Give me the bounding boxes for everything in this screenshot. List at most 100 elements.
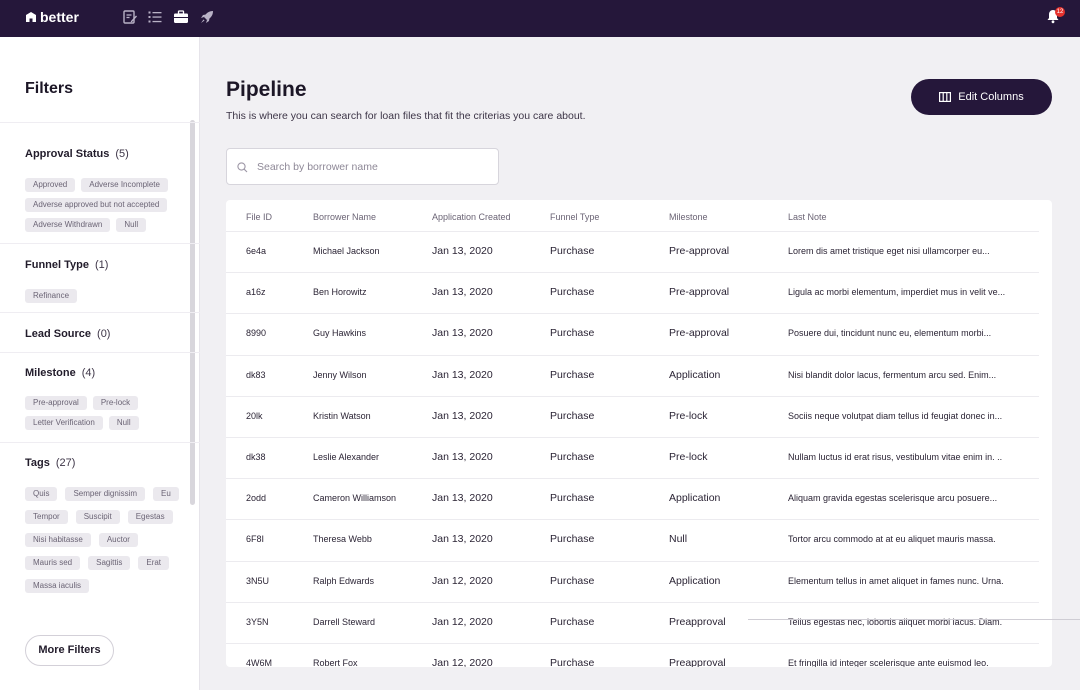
table-row[interactable]: a16z Ben Horowitz Jan 13, 2020 Purchase Pre-… xyxy=(226,272,1039,313)
filter-chip[interactable]: Adverse Withdrawn xyxy=(25,218,111,232)
cell-application-created: Jan 13, 2020 xyxy=(432,327,493,340)
filter-group-name: Lead Source xyxy=(25,328,92,340)
cell-borrower-name: Darrell Steward xyxy=(313,616,376,627)
filter-chip[interactable]: Erat xyxy=(138,556,170,570)
table-row[interactable]: 3Y5N Darrell Steward Jan 12, 2020 Purchase P… xyxy=(226,601,1039,643)
divider xyxy=(0,352,200,353)
divider xyxy=(0,122,200,123)
filter-group-header[interactable]: Funnel Type (1) xyxy=(25,259,185,273)
table-row[interactable]: 2odd Cameron Williamson Jan 13, 2020 Purcha… xyxy=(226,478,1039,519)
more-filters-button[interactable]: More Filters xyxy=(25,635,114,666)
cell-funnel-type: Purchase xyxy=(550,409,595,422)
cell-application-created: Jan 13, 2020 xyxy=(432,245,493,257)
search-icon xyxy=(237,162,248,173)
cell-file-id: 20lk xyxy=(246,410,263,421)
filter-group-header[interactable]: Lead Source (0) xyxy=(25,328,185,342)
filter-chip[interactable]: Semper dignissim xyxy=(65,487,146,501)
filter-group-funnel-type: Funnel Type (1) Refinance xyxy=(25,259,185,303)
notification-count-badge: 12 xyxy=(1055,7,1065,17)
table-row[interactable]: 8990 Guy Hawkins Jan 13, 2020 Purchase Pre-a… xyxy=(226,313,1039,354)
cell-borrower-name: Ben Horowitz xyxy=(313,287,367,298)
filter-chip[interactable]: Egestas xyxy=(127,510,173,524)
cell-funnel-type: Purchase xyxy=(550,492,595,505)
cell-milestone: Pre-approval xyxy=(669,327,730,340)
filter-group-count: (5) xyxy=(115,148,129,160)
briefcase-icon[interactable] xyxy=(173,9,189,25)
cell-funnel-type: Purchase xyxy=(550,451,595,463)
brand-logo[interactable]: better xyxy=(25,9,79,25)
cell-application-created: Jan 13, 2020 xyxy=(432,492,493,505)
cell-milestone: Pre-approval xyxy=(669,245,730,257)
filters-title: Filters xyxy=(25,80,74,97)
cell-file-id: a16z xyxy=(246,287,266,298)
filter-group-count: (1) xyxy=(94,259,109,271)
cell-application-created: Jan 12, 2020 xyxy=(432,615,493,628)
column-header-borrower-name[interactable]: Borrower Name xyxy=(313,212,376,222)
cell-file-id: 6F8I xyxy=(246,534,265,545)
filter-group-header[interactable]: Approval Status (5) xyxy=(25,148,185,162)
filter-chip[interactable]: Pre-approval xyxy=(25,396,87,410)
cell-milestone: Preapproval xyxy=(669,657,726,667)
cell-application-created: Jan 13, 2020 xyxy=(432,286,493,299)
filter-chip[interactable]: Refinance xyxy=(25,289,78,303)
filter-group-header[interactable]: Tags (27) xyxy=(25,457,185,471)
table-row[interactable]: 6e4a Michael Jackson Jan 13, 2020 Purchase P… xyxy=(226,231,1039,272)
cell-last-note: Ligula ac morbi elementum, imperdiet mus… xyxy=(788,287,1006,298)
table-row[interactable]: dk83 Jenny Wilson Jan 13, 2020 Purchase Appl… xyxy=(226,354,1039,396)
filter-chip[interactable]: Tempor xyxy=(25,510,68,524)
filter-group-approval-status: Approval Status (5) Approved Adverse Inc… xyxy=(25,148,185,232)
search-input[interactable] xyxy=(257,149,492,184)
cell-application-created: Jan 12, 2020 xyxy=(432,657,493,667)
filter-chip[interactable]: Adverse approved but not accepted xyxy=(25,198,168,212)
filter-chip[interactable]: Mauris sed xyxy=(25,556,81,570)
columns-icon xyxy=(939,92,952,102)
filter-group-count: (4) xyxy=(81,367,96,379)
cell-last-note: Tortor arcu commodo at at eu aliquet mau… xyxy=(788,534,996,545)
column-header-milestone[interactable]: Milestone xyxy=(669,212,708,222)
filter-chip[interactable]: Massa iaculis xyxy=(25,579,90,593)
table-row[interactable]: 4W6M Robert Fox Jan 12, 2020 Purchase Preapp… xyxy=(226,643,1039,667)
edit-columns-button[interactable]: Edit Columns xyxy=(911,79,1052,115)
filter-chip[interactable]: Nisi habitasse xyxy=(25,533,91,547)
filter-group-name: Milestone xyxy=(25,367,76,379)
cell-milestone: Application xyxy=(669,574,721,587)
cell-milestone: Application xyxy=(669,492,721,505)
column-header-last-note[interactable]: Last Note xyxy=(788,212,827,222)
filter-chip[interactable]: Null xyxy=(116,218,147,232)
column-header-funnel-type[interactable]: Funnel Type xyxy=(550,212,599,222)
cell-borrower-name: Theresa Webb xyxy=(313,534,372,545)
table-row[interactable]: dk38 Leslie Alexander Jan 13, 2020 Purchase… xyxy=(226,437,1039,478)
filter-chip[interactable]: Letter Verification xyxy=(25,416,103,430)
edit-document-icon[interactable] xyxy=(122,9,138,25)
filter-chip[interactable]: Null xyxy=(108,416,139,430)
list-icon[interactable] xyxy=(147,9,163,25)
filter-group-header[interactable]: Milestone (4) xyxy=(25,367,185,381)
notifications-button[interactable]: 12 xyxy=(1046,7,1065,27)
table-row[interactable]: 3N5U Ralph Edwards Jan 12, 2020 Purchase App… xyxy=(226,560,1039,602)
table-row[interactable]: 20lk Kristin Watson Jan 13, 2020 Purchase Pr… xyxy=(226,395,1039,437)
cell-last-note: Elementum tellus in amet aliquet in fame… xyxy=(788,575,1004,586)
filter-chip[interactable]: Auctor xyxy=(98,533,138,547)
filter-chip[interactable]: Pre-lock xyxy=(92,396,139,410)
filter-chip[interactable]: Sagittis xyxy=(88,556,131,570)
divider xyxy=(748,619,1080,620)
filter-chip[interactable]: Approved xyxy=(25,178,76,192)
table-row[interactable]: 6F8I Theresa Webb Jan 13, 2020 Purchase Null… xyxy=(226,519,1039,560)
borrower-search[interactable] xyxy=(226,148,499,185)
logo-mark-icon xyxy=(26,12,36,22)
rocket-icon[interactable] xyxy=(199,9,215,25)
filter-chip[interactable]: Quis xyxy=(25,487,58,501)
column-header-file-id[interactable]: File ID xyxy=(246,212,272,222)
cell-borrower-name: Cameron Williamson xyxy=(313,493,397,504)
page-subtitle: This is where you can search for loan fi… xyxy=(226,110,586,122)
filter-chip[interactable]: Eu xyxy=(153,487,179,501)
filter-chip[interactable]: Suscipit xyxy=(75,510,120,524)
cell-milestone: Pre-approval xyxy=(669,286,730,299)
cell-application-created: Jan 12, 2020 xyxy=(432,574,493,587)
cell-application-created: Jan 13, 2020 xyxy=(432,409,493,422)
cell-borrower-name: Jenny Wilson xyxy=(313,369,367,380)
divider xyxy=(0,243,200,244)
column-header-application-created[interactable]: Application Created xyxy=(432,212,511,222)
cell-application-created: Jan 13, 2020 xyxy=(432,368,493,381)
filter-chip[interactable]: Adverse Incomplete xyxy=(81,178,168,192)
